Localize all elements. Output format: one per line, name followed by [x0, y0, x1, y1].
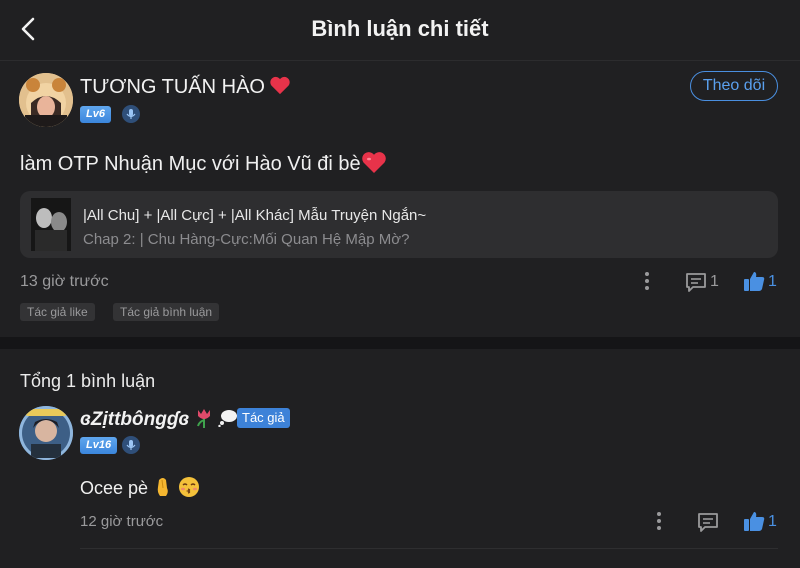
thumbs-up-icon — [744, 272, 765, 291]
page-title: Bình luận chi tiết — [311, 16, 489, 41]
story-thumbnail — [31, 198, 71, 251]
author-badge: Tác giả — [237, 408, 290, 428]
author-like-tag: Tác giả like — [20, 303, 95, 321]
pinched-fingers-emoji-icon — [157, 478, 168, 496]
heart-icon — [270, 76, 290, 95]
story-card[interactable]: |All Chu] + |All Cực] + |All Khác] Mẫu T… — [20, 191, 778, 258]
total-comments-label: Tổng 1 bình luận — [20, 371, 156, 391]
dot — [657, 512, 661, 516]
story-chapter: Chap 2: | Chu Hàng-Cực:Mối Quan Hệ Mập M… — [83, 231, 410, 248]
follow-button[interactable]: Theo dõi — [690, 71, 778, 101]
reply-button[interactable] — [696, 511, 720, 533]
section-divider — [0, 337, 800, 349]
comment-username[interactable]: TƯƠNG TUẤN HÀO — [80, 75, 291, 99]
reply-username[interactable]: ɞZịttbôngɠɞ — [80, 408, 238, 431]
reply-text: Ocee pè — [80, 476, 200, 499]
kissing-face-emoji-icon — [179, 477, 200, 497]
avatar[interactable] — [19, 73, 73, 127]
thumbs-up-icon — [744, 512, 765, 531]
comment-text: làm OTP Nhuận Mục với Hào Vũ đi bè — [20, 150, 387, 176]
like-button[interactable] — [742, 510, 766, 532]
mic-badge-icon — [122, 105, 140, 123]
dot — [645, 272, 649, 276]
dot — [657, 526, 661, 530]
dot — [645, 286, 649, 290]
comment-icon — [686, 273, 706, 292]
avatar[interactable] — [19, 406, 73, 460]
reply-button[interactable] — [684, 271, 708, 293]
thought-bubble-icon — [218, 410, 237, 428]
tulip-emoji-icon — [196, 409, 210, 428]
header-bar: Bình luận chi tiết — [0, 0, 800, 61]
level-badge: Lv16 — [80, 437, 118, 454]
mic-badge-icon — [122, 436, 140, 454]
reply-count: 1 — [710, 273, 719, 290]
reply-timestamp: 12 giờ trước — [80, 513, 164, 530]
comment-timestamp: 13 giờ trước — [20, 273, 109, 290]
like-count: 1 — [768, 273, 777, 290]
more-options-button[interactable] — [654, 512, 664, 534]
comment-icon — [698, 513, 718, 532]
story-title: |All Chu] + |All Cực] + |All Khác] Mẫu T… — [83, 207, 427, 224]
more-options-button[interactable] — [642, 272, 652, 294]
heart-emoji-icon — [361, 152, 386, 173]
author-comment-tag: Tác giả bình luận — [113, 303, 220, 321]
dot — [657, 519, 661, 523]
like-count: 1 — [768, 513, 777, 530]
dot — [645, 279, 649, 283]
level-badge: Lv6 — [80, 106, 111, 123]
divider — [80, 548, 778, 549]
like-button[interactable] — [742, 270, 766, 292]
